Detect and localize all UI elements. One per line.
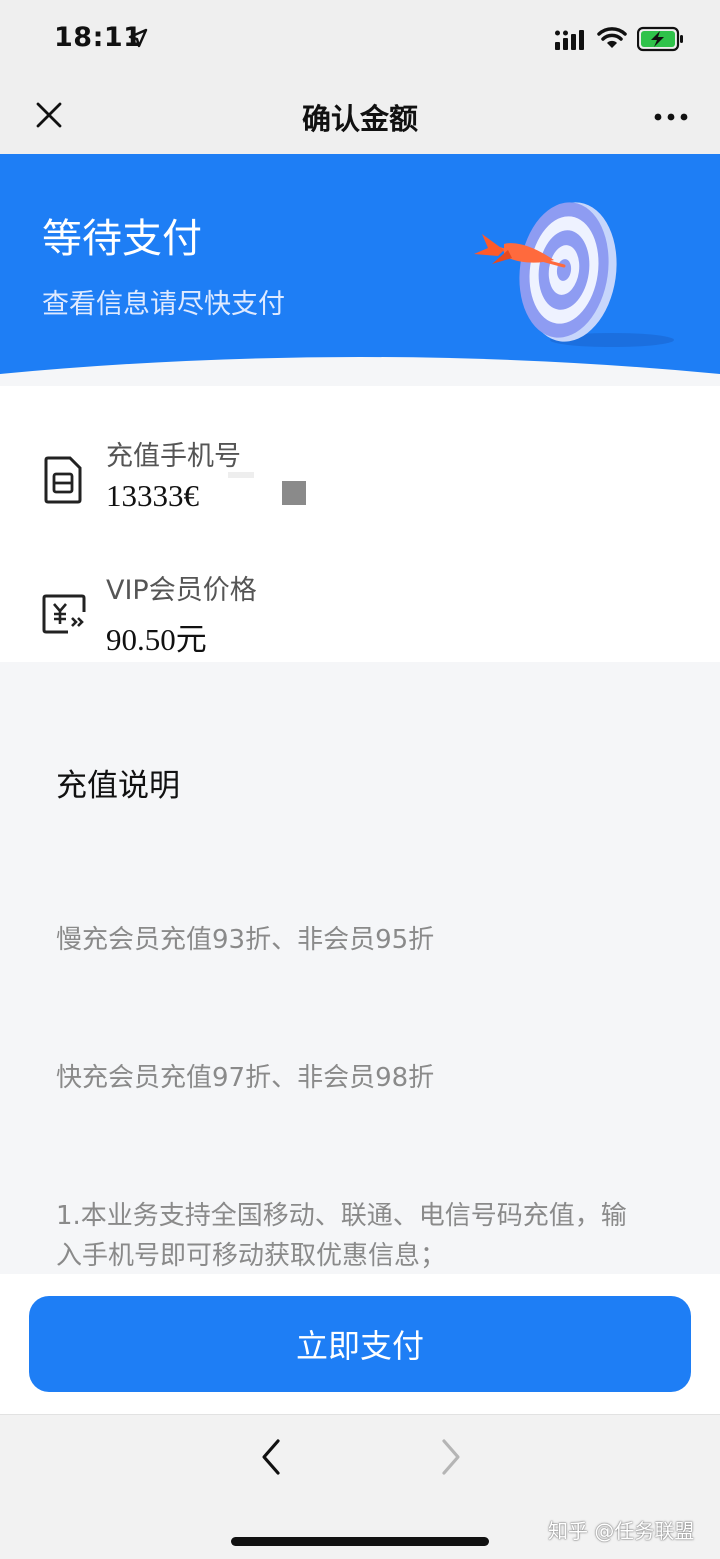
recharge-description: 充值说明 慢充会员充值93折、非会员95折 快充会员充值97折、非会员98折 1… (0, 662, 720, 1274)
phone-row: 充值手机号 13333€ (0, 426, 720, 546)
price-value: 90.50元 (106, 622, 207, 657)
price-label: VIP会员价格 (106, 575, 257, 606)
signal-icon (555, 30, 584, 50)
chevron-left-icon[interactable] (258, 1437, 286, 1477)
banner-subtitle: 查看信息请尽快支付 (42, 289, 285, 320)
order-info-card: 充值手机号 13333€ VIP会员价格 90.50元 (0, 386, 720, 662)
sim-card-icon (44, 456, 82, 504)
chevron-right-icon[interactable] (436, 1437, 464, 1477)
phone-value: 13333€ (106, 478, 199, 513)
pay-now-button[interactable]: 立即支付 (29, 1296, 691, 1392)
battery-charging-icon (637, 26, 683, 52)
page-title: 确认金额 (301, 102, 418, 136)
banner-curve (0, 357, 720, 386)
watermark: 知乎 @任务联盟 (548, 1519, 695, 1543)
location-arrow-icon (128, 28, 148, 48)
redaction-block (282, 481, 306, 505)
description-heading: 充值说明 (56, 768, 180, 804)
pay-bar: 立即支付 (0, 1274, 720, 1414)
browser-toolbar: 知乎 @任务联盟 (0, 1414, 720, 1559)
phone-label: 充值手机号 (106, 441, 241, 472)
nav-bar: 确认金额 (0, 78, 720, 154)
status-banner: 等待支付 查看信息请尽快支付 (0, 154, 720, 386)
status-bar: 18:11 (0, 0, 720, 78)
wifi-icon (597, 27, 627, 48)
more-icon[interactable] (654, 112, 688, 122)
description-line: 1.本业务支持全国移动、联通、电信号码充值，输入手机号即可移动获取优惠信息； (56, 1201, 627, 1271)
yuan-transfer-icon (42, 594, 86, 634)
redaction-mask-line (228, 472, 254, 478)
banner-title: 等待支付 (42, 216, 202, 262)
description-line: 快充会员充值97折、非会员98折 (56, 1063, 435, 1093)
home-indicator[interactable] (231, 1537, 489, 1546)
dart-target-icon (474, 202, 674, 347)
description-line: 慢充会员充值93折、非会员95折 (56, 925, 435, 955)
